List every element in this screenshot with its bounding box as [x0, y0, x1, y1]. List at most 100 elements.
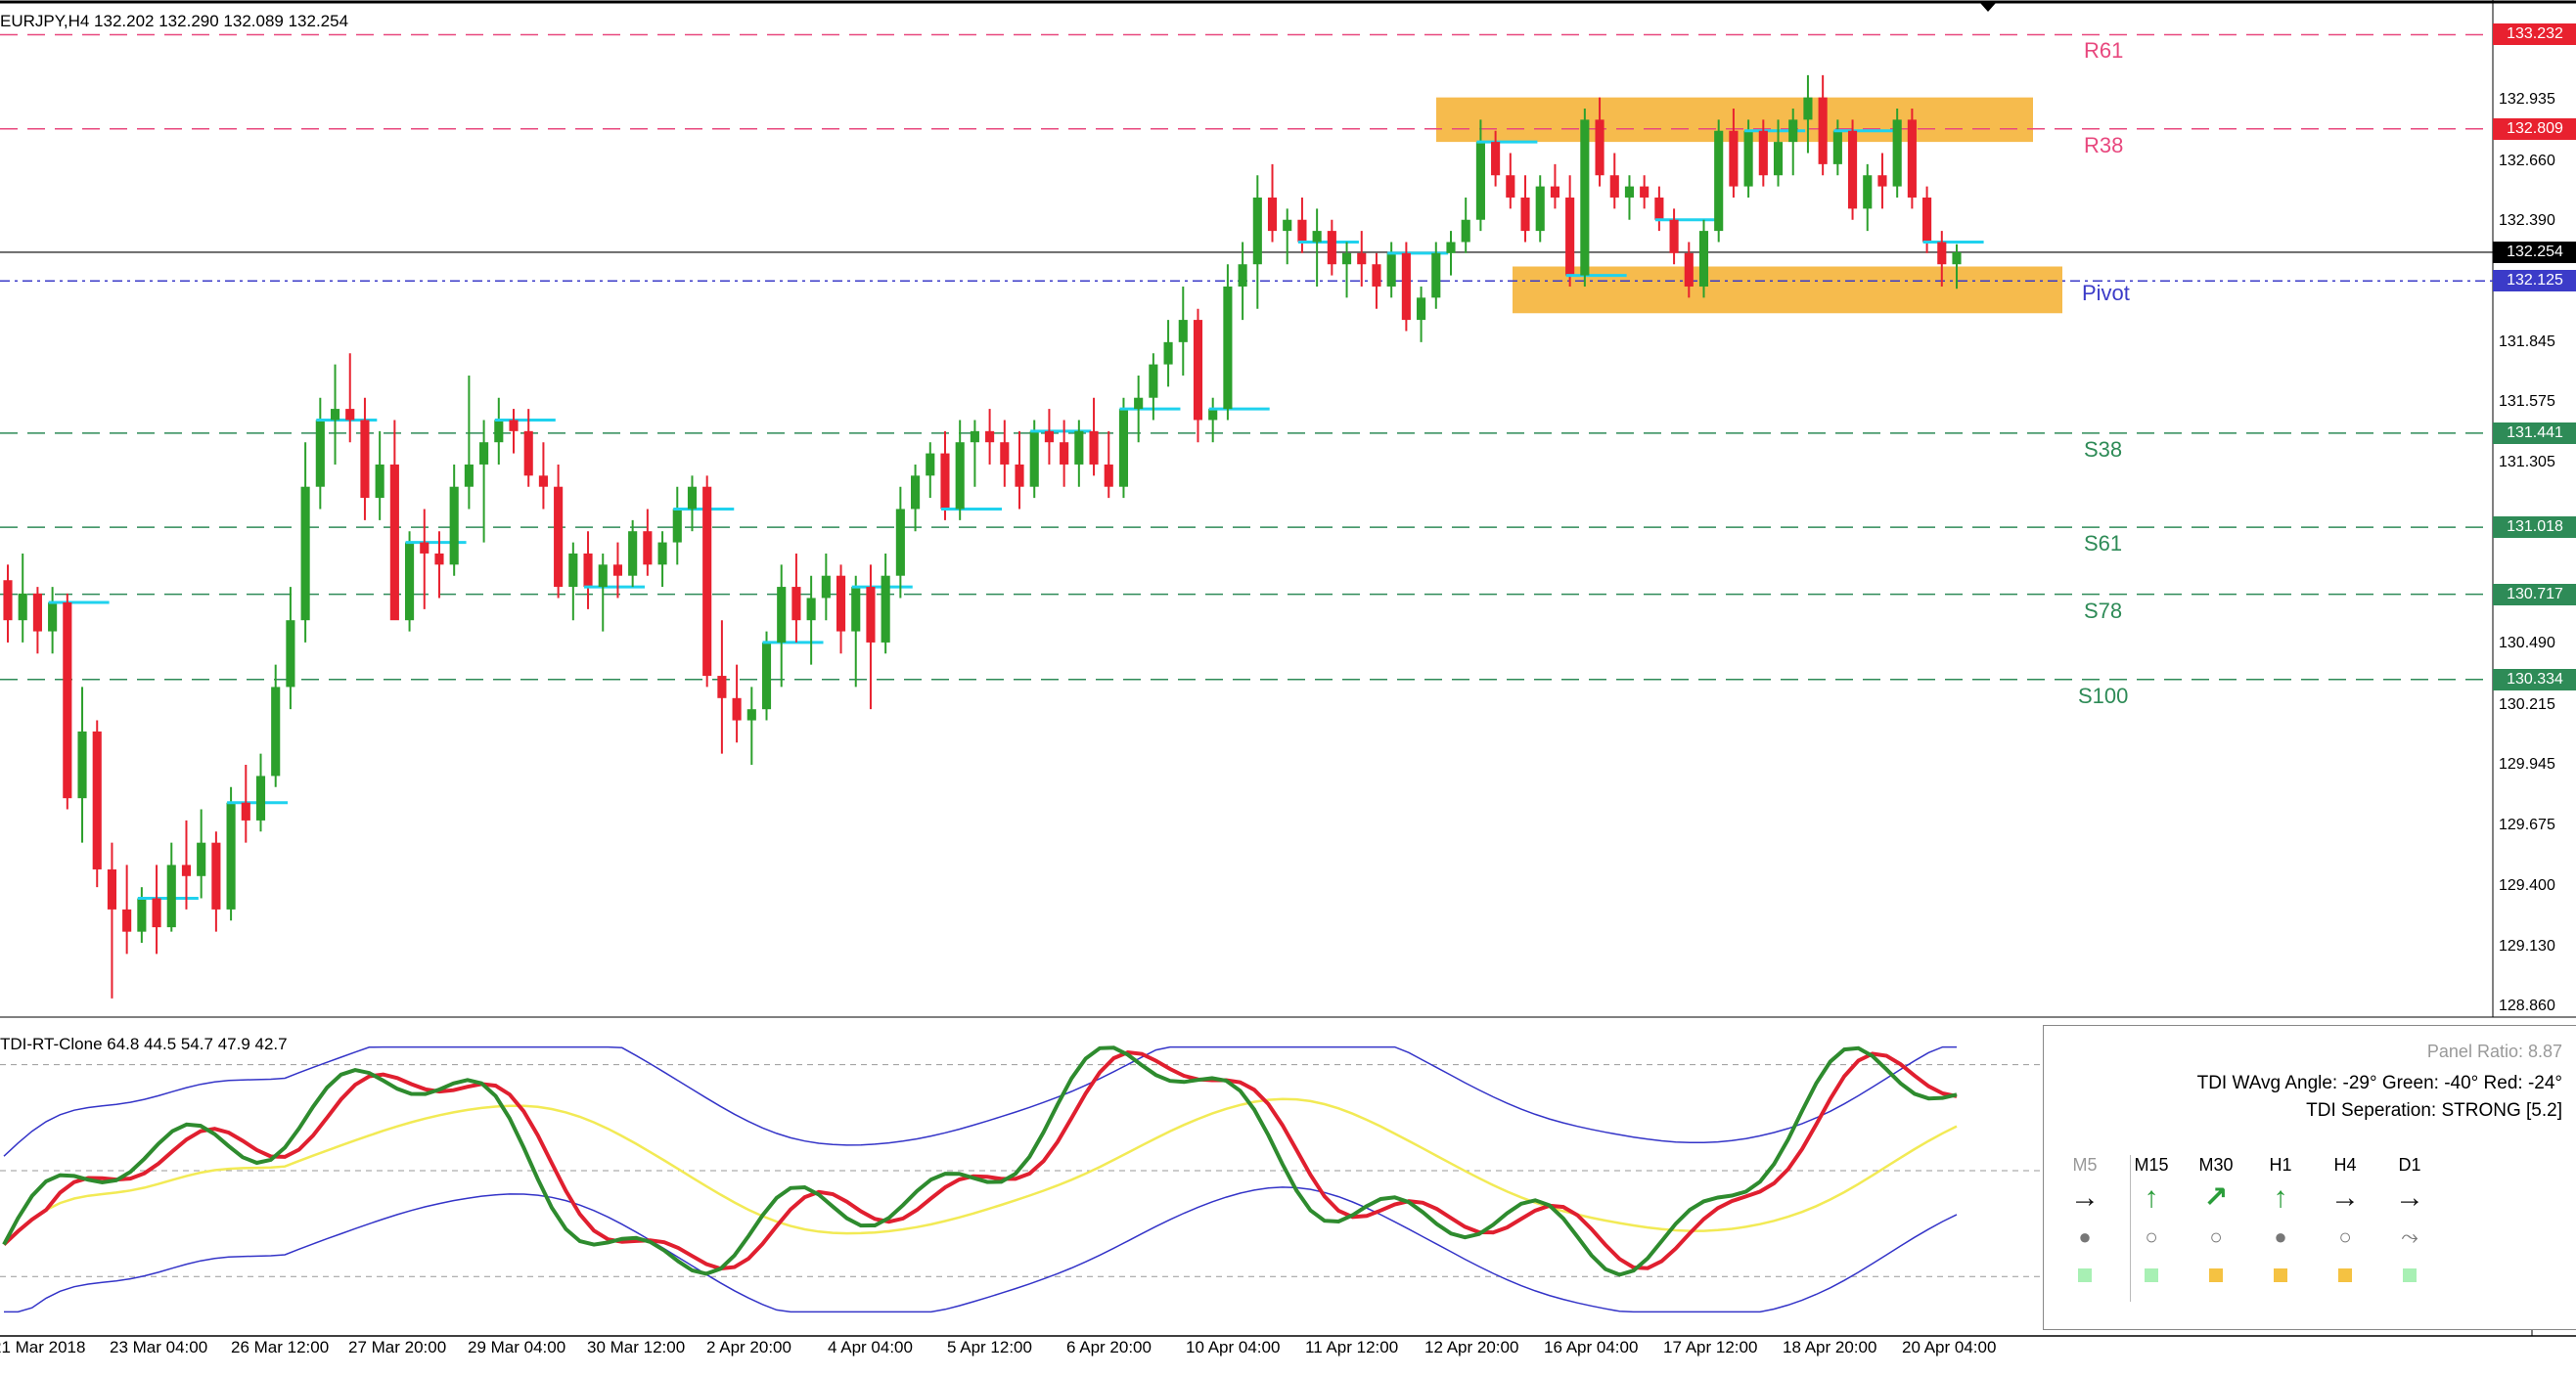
candle-body	[583, 553, 593, 588]
candle-body	[881, 575, 890, 643]
candle	[1698, 219, 1709, 298]
candle-body	[1267, 197, 1278, 232]
candle-body	[1937, 242, 1947, 265]
candle	[1580, 108, 1590, 287]
candle-body	[1283, 219, 1292, 232]
candle-body	[479, 442, 489, 465]
trend-arrow-icon: →	[2395, 1181, 2424, 1214]
signal-dot-icon: ⤳	[2401, 1224, 2418, 1249]
candle-body	[1104, 464, 1113, 487]
candle-body	[628, 531, 638, 576]
price-chart[interactable]	[0, 0, 2576, 1025]
time-tick-label: 2 Apr 20:00	[706, 1338, 791, 1356]
candle-body	[523, 430, 533, 476]
candle-body	[226, 802, 236, 910]
candle-body	[405, 542, 415, 621]
candle-body	[1252, 197, 1262, 265]
candle-body	[152, 898, 161, 928]
candle-body	[806, 598, 816, 621]
candle-body	[420, 542, 429, 554]
price-badge: 130.717	[2493, 583, 2576, 605]
price-tick-label: 129.675	[2499, 816, 2555, 833]
candle-body	[791, 587, 801, 621]
trend-arrow-icon: ↑	[2273, 1181, 2288, 1214]
candle-body	[1134, 397, 1144, 410]
candle-body	[345, 409, 355, 421]
candle-body	[1640, 186, 1650, 198]
candle-body	[1818, 97, 1828, 164]
timeframe-label: D1	[2398, 1155, 2421, 1175]
tdi-upper-band	[3, 1045, 1957, 1157]
candle-body	[687, 486, 698, 510]
candle-body	[1758, 130, 1768, 176]
time-tick-label: 5 Apr 12:00	[947, 1338, 1032, 1356]
time-tick-label: 20 Apr 04:00	[1902, 1338, 1997, 1356]
candle-body	[1074, 430, 1084, 465]
time-tick-label: 18 Apr 20:00	[1783, 1338, 1877, 1356]
tdi-lower-band	[4, 1186, 1958, 1313]
status-square-icon	[2338, 1268, 2352, 1282]
candle-body	[286, 620, 295, 688]
candle-body	[1877, 175, 1887, 187]
candle-body	[181, 865, 192, 876]
time-tick-label: 10 Apr 04:00	[1186, 1338, 1281, 1356]
candle-body	[1327, 231, 1336, 265]
candle-body	[777, 587, 787, 643]
timeframe-m30: M30 ↗ ○	[2187, 1155, 2245, 1282]
candle-body	[970, 430, 979, 443]
candle-body	[1773, 142, 1784, 176]
candle-body	[836, 575, 846, 632]
time-tick-label: 29 Mar 04:00	[468, 1338, 566, 1356]
candle-body	[1431, 252, 1441, 298]
candle-body	[1654, 197, 1664, 220]
candle-body	[1341, 252, 1352, 265]
candle-body	[1520, 197, 1530, 232]
price-tick-label: 128.860	[2499, 998, 2555, 1014]
candle-body	[702, 486, 712, 677]
price-badge: 133.232	[2493, 23, 2576, 46]
candle-body	[1506, 175, 1515, 198]
price-tick-label: 132.660	[2499, 152, 2555, 169]
candle-body	[761, 642, 772, 710]
level-label-s78: S78	[2084, 598, 2123, 623]
candle-body	[1223, 286, 1233, 410]
candle-body	[63, 601, 72, 799]
candle-body	[137, 898, 147, 932]
time-tick-label: 12 Apr 20:00	[1424, 1338, 1519, 1356]
candle-body	[1729, 130, 1739, 187]
candle-body	[1788, 119, 1798, 143]
price-badge: 132.254	[2493, 241, 2576, 263]
panel-separation: TDI Seperation: STRONG [5.2]	[2306, 1100, 2562, 1121]
price-tick-label: 132.935	[2499, 91, 2555, 109]
candle-body	[1193, 320, 1203, 421]
candle-body	[746, 709, 756, 721]
support-zone	[1513, 266, 2062, 314]
timeframe-divider	[2130, 1155, 2131, 1302]
candle-body	[389, 464, 399, 621]
price-tick-label: 129.400	[2499, 877, 2555, 895]
candle-body	[1952, 251, 1962, 265]
candle-body	[1565, 197, 1575, 276]
time-tick-label: 17 Apr 12:00	[1663, 1338, 1758, 1356]
candle-body	[197, 842, 206, 876]
candle-body	[643, 531, 653, 565]
candle-body	[3, 580, 13, 621]
candle-body	[494, 420, 504, 443]
candle-body	[1491, 142, 1501, 176]
candle	[1847, 119, 1858, 220]
candle-body	[1580, 119, 1590, 276]
candle-body	[1089, 430, 1099, 465]
candle-body	[32, 593, 42, 632]
level-label-s100: S100	[2078, 683, 2129, 708]
timeframe-m5: M5 → ●	[2056, 1155, 2114, 1282]
timeframe-h1: H1 ↑ ●	[2251, 1155, 2310, 1282]
candle-body	[1535, 186, 1545, 232]
candle-body	[241, 802, 250, 821]
candle-body	[1595, 119, 1604, 176]
price-tick-label: 129.945	[2499, 756, 2555, 774]
candle-body	[434, 553, 444, 565]
candle-body	[48, 601, 58, 632]
candle-body	[315, 420, 325, 487]
signal-dot-icon: ○	[2209, 1224, 2223, 1249]
candle-body	[598, 564, 608, 588]
